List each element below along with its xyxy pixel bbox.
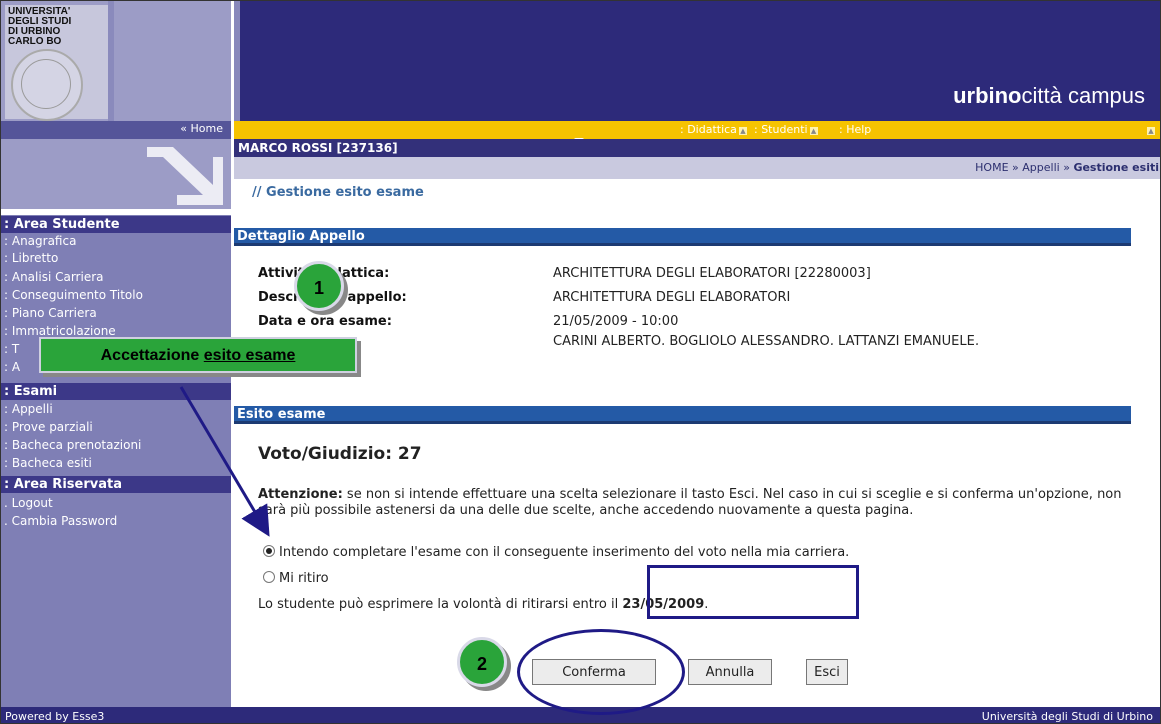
page-frame: UNIVERSITA' DEGLI STUDI DI URBINO CARLO … (0, 0, 1161, 724)
deadline-highlight (647, 565, 859, 619)
callout-arrow (179, 386, 270, 537)
step-2-badge: 2 (457, 637, 507, 687)
confirm-highlight (517, 629, 685, 715)
